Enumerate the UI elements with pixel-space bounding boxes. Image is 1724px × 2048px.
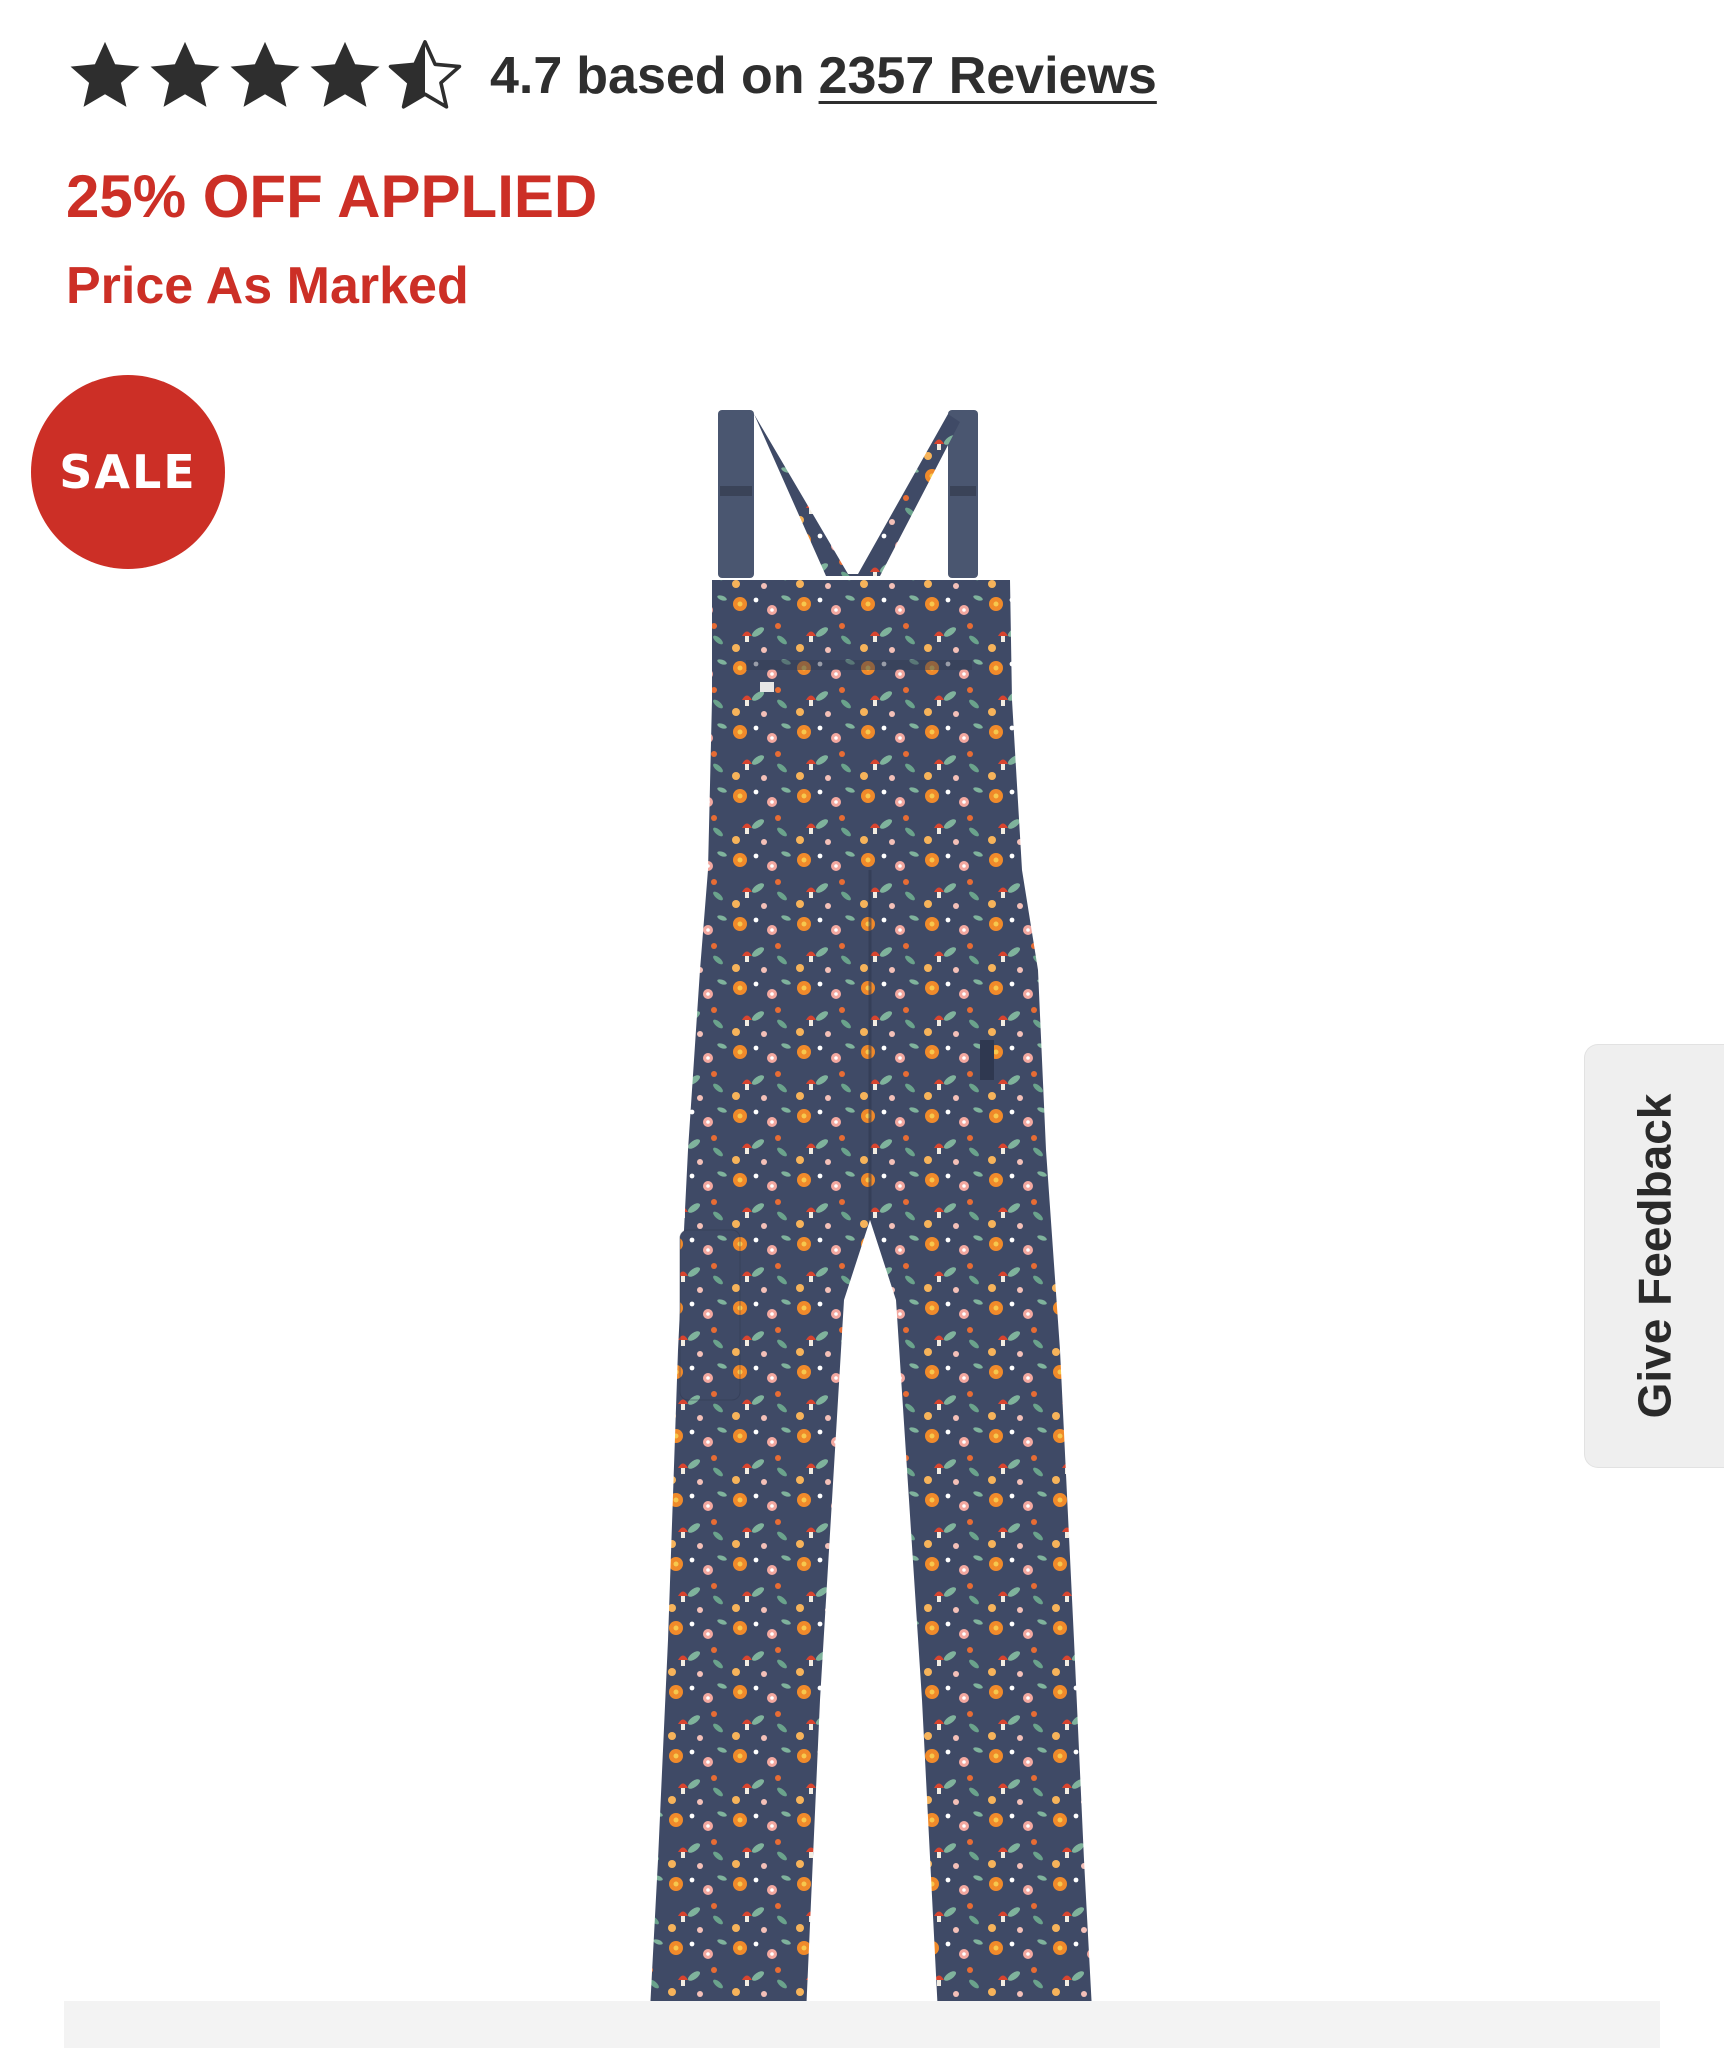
promo-subtitle: Price As Marked — [66, 257, 469, 315]
sale-badge-label: SALE — [59, 445, 197, 499]
star-half-icon — [388, 40, 462, 109]
bottom-divider — [64, 2001, 1660, 2048]
star-filled-icon — [230, 41, 300, 107]
sale-badge: SALE — [31, 375, 225, 569]
product-image[interactable] — [600, 400, 1120, 2020]
rating-summary: 4.7 based on 2357 Reviews — [490, 46, 1157, 106]
rating-value: 4.7 — [490, 47, 563, 105]
star-filled-icon — [70, 41, 140, 107]
give-feedback-tab[interactable]: Give Feedback — [1584, 1044, 1724, 1468]
rating-row: 4.7 based on 2357 Reviews — [66, 36, 1157, 116]
give-feedback-label: Give Feedback — [1628, 1093, 1681, 1419]
rating-based-on-text: based on — [576, 47, 805, 105]
star-filled-icon — [310, 41, 380, 107]
star-rating — [66, 36, 466, 116]
star-filled-icon — [150, 41, 220, 107]
promo-title: 25% OFF APPLIED — [66, 163, 598, 230]
reviews-link[interactable]: 2357 Reviews — [819, 46, 1157, 106]
